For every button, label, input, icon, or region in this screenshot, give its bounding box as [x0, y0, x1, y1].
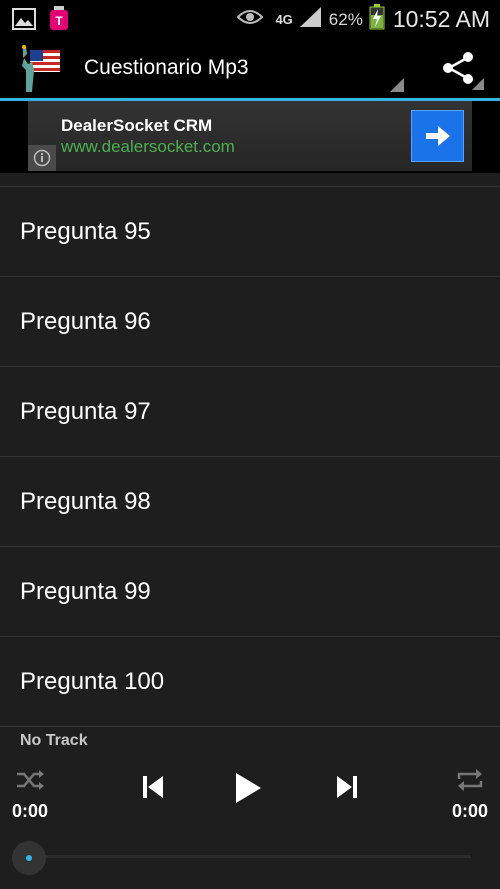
status-bar: T 4G 62% 10:52 AM	[0, 0, 500, 36]
seek-bar[interactable]	[28, 855, 471, 858]
list-item[interactable]: Pregunta 98	[0, 456, 500, 546]
ad-title[interactable]: DealerSocket CRM	[61, 116, 212, 136]
network-type: 4G	[275, 12, 293, 27]
play-icon[interactable]	[232, 771, 264, 805]
clock: 10:52 AM	[392, 6, 490, 32]
list-item-label: Pregunta 95	[20, 218, 151, 245]
overflow-indicator-icon	[472, 78, 484, 90]
seek-thumb[interactable]	[12, 841, 46, 875]
action-bar: Cuestionario Mp3	[0, 36, 500, 99]
elapsed-time: 0:00	[12, 801, 49, 821]
list-item[interactable]: Pregunta 95	[0, 186, 500, 276]
track-title: No Track	[20, 732, 88, 749]
next-icon[interactable]	[334, 773, 360, 801]
ad-banner[interactable]: DealerSocket CRM www.dealersocket.com	[28, 101, 472, 171]
eye-icon	[237, 8, 264, 31]
question-list: Pregunta 95 Pregunta 96 Pregunta 97 Preg…	[0, 173, 500, 726]
media-player: No Track 0:00 0:00	[0, 726, 500, 889]
arrow-right-icon[interactable]	[411, 110, 464, 162]
repeat-icon[interactable]	[454, 767, 486, 793]
previous-icon[interactable]	[140, 773, 166, 801]
ad-area: DealerSocket CRM www.dealersocket.com	[0, 101, 500, 173]
tmobile-icon: T	[48, 6, 70, 37]
share-icon[interactable]	[440, 50, 476, 86]
list-item-label: Pregunta 97	[20, 398, 151, 425]
signal-icon	[299, 6, 323, 33]
shuffle-icon[interactable]	[14, 767, 46, 793]
statue-of-liberty-flag-icon[interactable]	[16, 44, 62, 92]
battery-charging-icon	[369, 4, 385, 35]
list-item-label: Pregunta 99	[20, 578, 151, 605]
list-item[interactable]: Pregunta 96	[0, 276, 500, 366]
svg-text:T: T	[55, 14, 63, 28]
list-item[interactable]: Pregunta 99	[0, 546, 500, 636]
list-item-label: Pregunta 96	[20, 308, 151, 335]
ad-url[interactable]: www.dealersocket.com	[61, 137, 235, 157]
battery-percent: 62%	[328, 9, 363, 29]
dropdown-indicator-icon	[390, 78, 404, 92]
list-item[interactable]: Pregunta 100	[0, 636, 500, 726]
list-item[interactable]: Pregunta 97	[0, 366, 500, 456]
app-title: Cuestionario Mp3	[84, 56, 249, 79]
total-time: 0:00	[451, 801, 488, 821]
list-item-label: Pregunta 100	[20, 668, 165, 695]
list-item-label: Pregunta 98	[20, 488, 151, 515]
gallery-icon	[12, 8, 36, 35]
info-icon[interactable]	[28, 145, 56, 171]
